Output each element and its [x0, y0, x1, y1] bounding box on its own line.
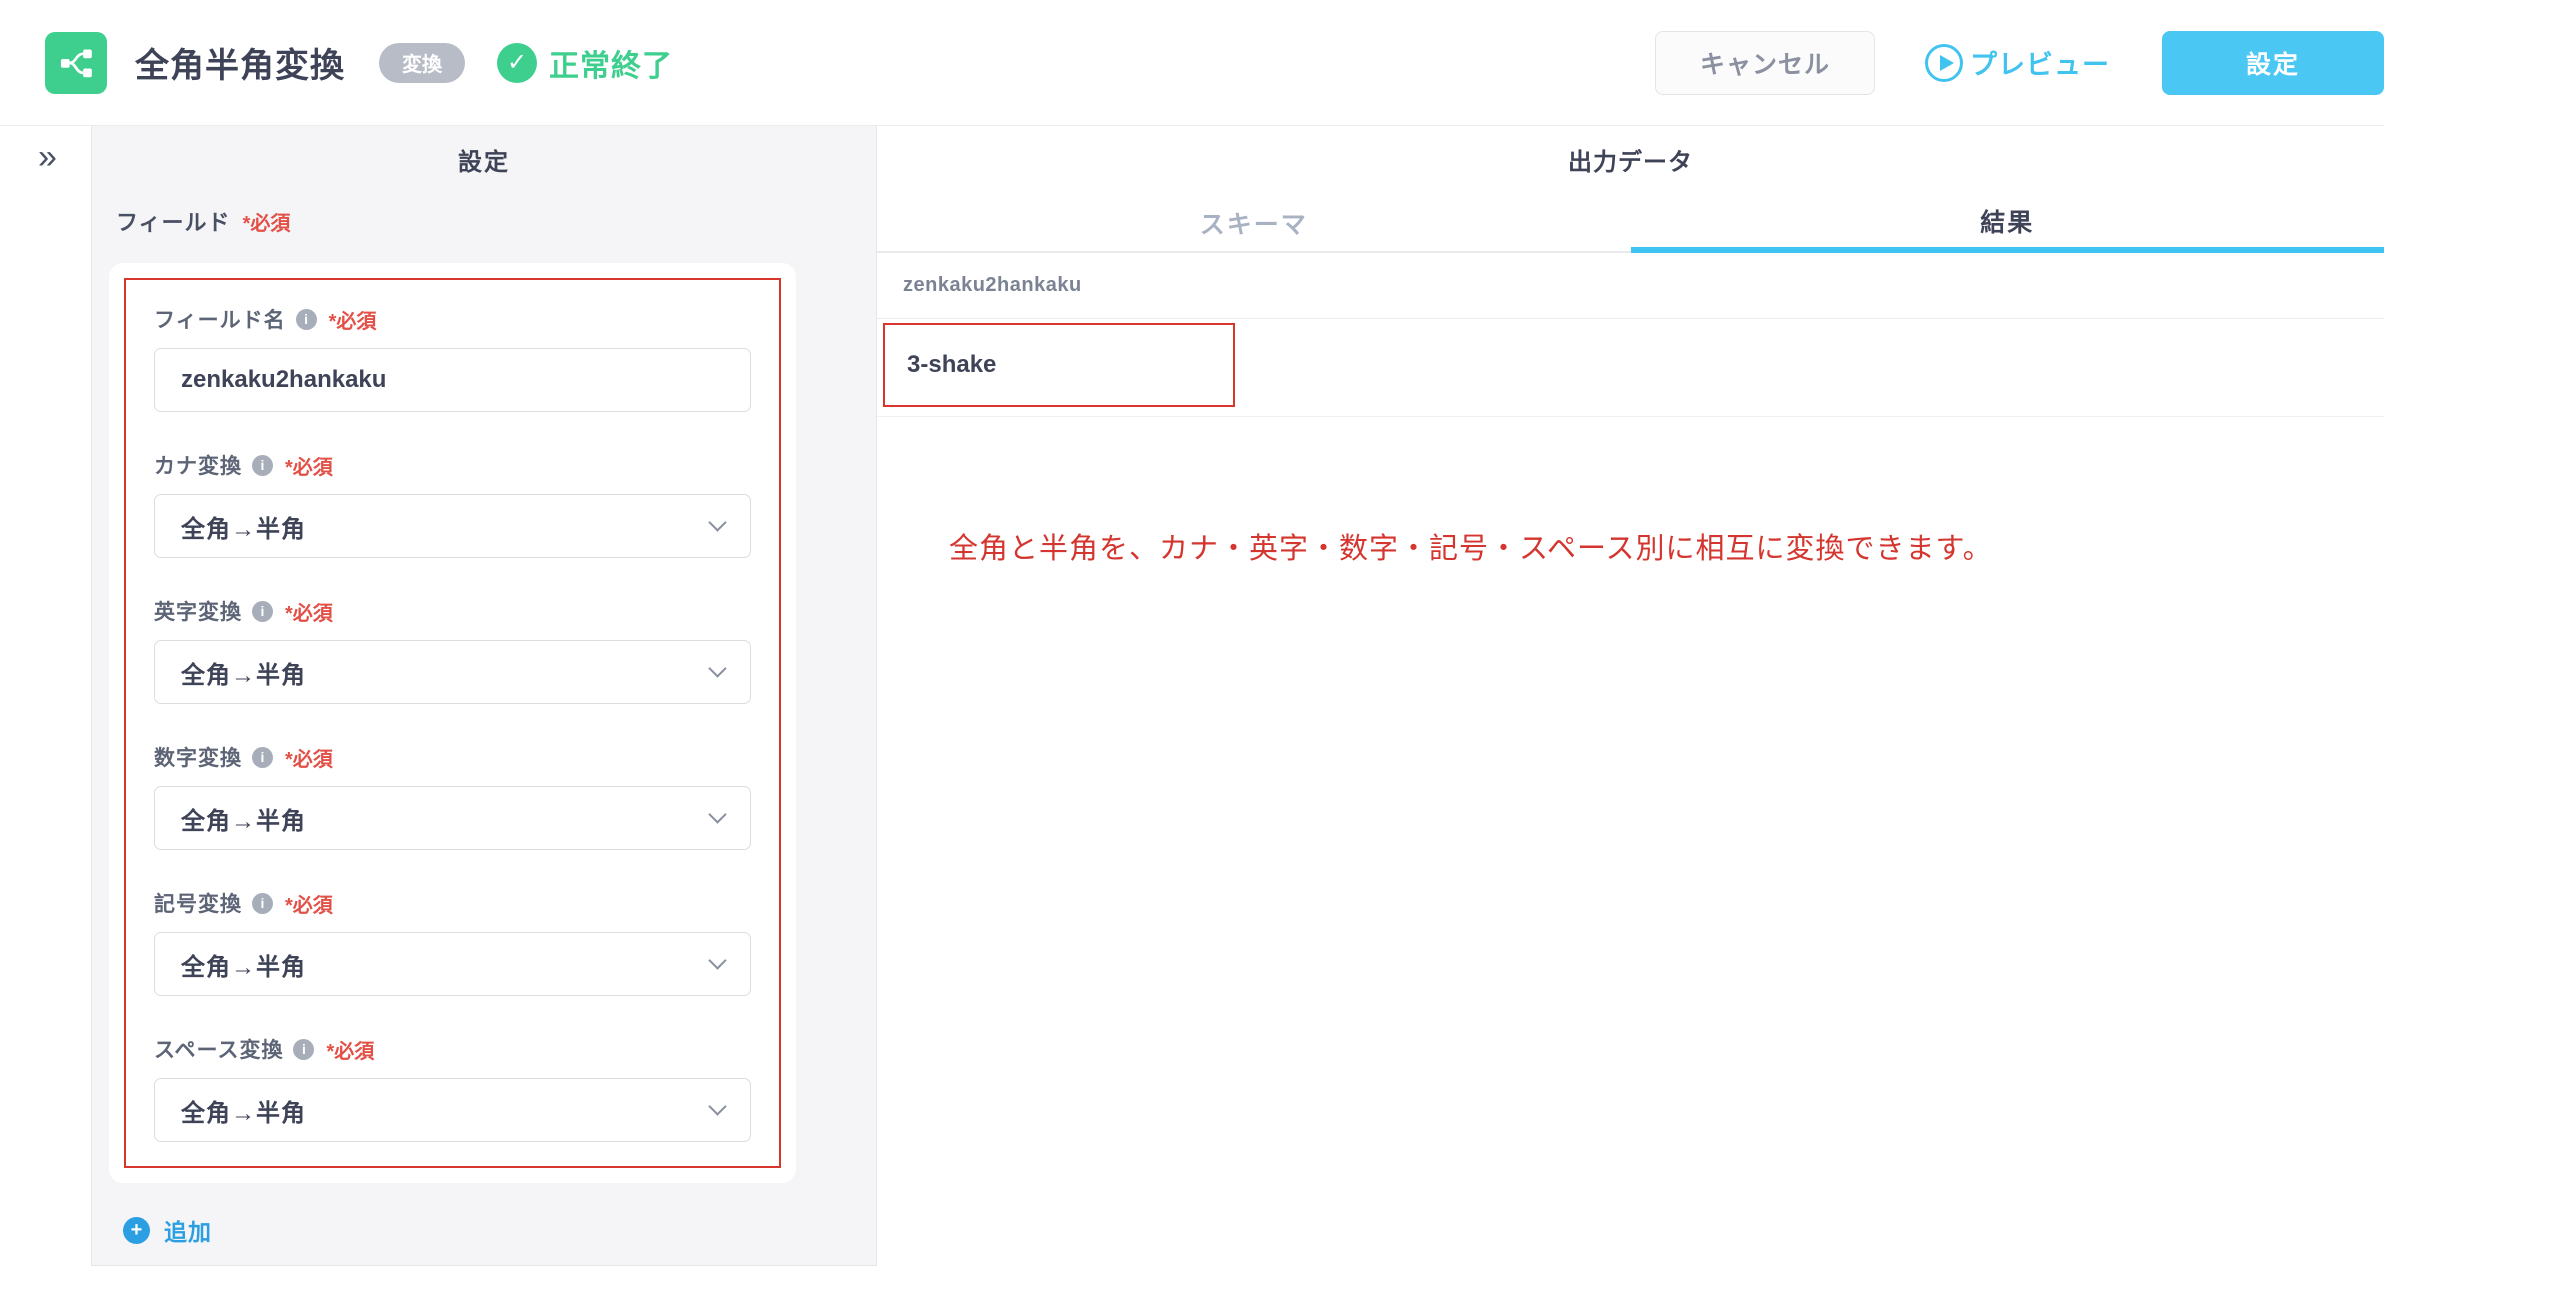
column-header: zenkaku2hankaku: [903, 274, 1082, 297]
required-badge: *必須: [285, 451, 333, 480]
field-card: フィールド名 i *必須 カナ変換 i *必須 全角→半角: [109, 263, 796, 1183]
collapse-panel-icon[interactable]: »: [38, 140, 91, 174]
chevron-down-icon: [708, 951, 726, 969]
field-group-symbol: 記号変換 i *必須 全角→半角: [154, 890, 751, 996]
chevron-down-icon: [708, 513, 726, 531]
info-icon[interactable]: i: [293, 1039, 314, 1060]
required-badge: *必須: [326, 1035, 374, 1064]
field-name-label: フィールド名: [154, 304, 286, 334]
result-table-header-row: zenkaku2hankaku: [877, 253, 2384, 319]
settings-button[interactable]: 設定: [2162, 31, 2384, 95]
select-value: 全角→半角: [181, 947, 306, 982]
alpha-conversion-label: 英字変換: [154, 596, 242, 626]
required-badge: *必須: [285, 597, 333, 626]
status-text: 正常終了: [549, 41, 673, 85]
required-badge: *必須: [285, 743, 333, 772]
collapse-strip: »: [0, 126, 91, 1266]
alpha-conversion-select[interactable]: 全角→半角: [154, 640, 751, 704]
field-section-label: フィールド: [116, 205, 231, 237]
select-value: 全角→半角: [181, 509, 306, 544]
settings-panel: 設定 フィールド *必須 フィールド名 i *必須 カナ変換: [91, 126, 877, 1266]
space-conversion-label: スペース変換: [154, 1034, 283, 1064]
symbol-conversion-label: 記号変換: [154, 888, 242, 918]
add-field-label: 追加: [164, 1213, 212, 1247]
cancel-button[interactable]: キャンセル: [1655, 31, 1875, 95]
info-icon[interactable]: i: [296, 309, 317, 330]
info-icon[interactable]: i: [252, 893, 273, 914]
status-badge: ✓ 正常終了: [497, 41, 673, 85]
settings-panel-title: 設定: [92, 126, 876, 177]
info-icon[interactable]: i: [252, 601, 273, 622]
preview-button[interactable]: プレビュー: [1925, 43, 2110, 82]
kana-conversion-label: カナ変換: [154, 450, 242, 480]
type-badge: 変換: [379, 43, 465, 83]
plus-icon: +: [123, 1217, 150, 1244]
chevron-down-icon: [708, 1097, 726, 1115]
digit-conversion-select[interactable]: 全角→半角: [154, 786, 751, 850]
field-group-kana: カナ変換 i *必須 全角→半角: [154, 452, 751, 558]
add-field-button[interactable]: + 追加: [123, 1213, 876, 1247]
select-value: 全角→半角: [181, 801, 306, 836]
field-group-space: スペース変換 i *必須 全角→半角: [154, 1036, 751, 1142]
transform-node-icon: [45, 32, 107, 94]
select-value: 全角→半角: [181, 655, 306, 690]
info-icon[interactable]: i: [252, 455, 273, 476]
required-badge: *必須: [285, 889, 333, 918]
field-group-digit: 数字変換 i *必須 全角→半角: [154, 744, 751, 850]
description-annotation: 全角と半角を、カナ・英字・数字・記号・スペース別に相互に変換できます。: [949, 525, 2384, 567]
field-name-input[interactable]: [154, 348, 751, 412]
kana-conversion-select[interactable]: 全角→半角: [154, 494, 751, 558]
tab-schema[interactable]: スキーマ: [877, 195, 1631, 253]
page-title: 全角半角変換: [135, 38, 345, 87]
chevron-down-icon: [708, 659, 726, 677]
check-icon: ✓: [497, 43, 537, 83]
header-actions: キャンセル プレビュー 設定: [1655, 31, 2384, 95]
info-icon[interactable]: i: [252, 747, 273, 768]
highlight-red-box: フィールド名 i *必須 カナ変換 i *必須 全角→半角: [124, 278, 781, 1168]
tab-result[interactable]: 結果: [1631, 195, 2385, 253]
app-page: 全角半角変換 変換 ✓ 正常終了 キャンセル プレビュー 設定 » 設定 フィー…: [0, 0, 2560, 1299]
symbol-conversion-select[interactable]: 全角→半角: [154, 932, 751, 996]
required-badge: *必須: [243, 207, 291, 236]
select-value: 全角→半角: [181, 1093, 306, 1128]
field-group-alpha: 英字変換 i *必須 全角→半角: [154, 598, 751, 704]
result-cell-value: 3-shake: [907, 351, 996, 379]
preview-label: プレビュー: [1970, 43, 2110, 82]
space-conversion-select[interactable]: 全角→半角: [154, 1078, 751, 1142]
result-table-row: 3-shake: [877, 323, 2384, 417]
field-section-header: フィールド *必須: [116, 205, 876, 237]
output-panel-title: 出力データ: [877, 126, 2384, 177]
output-tabbar: スキーマ 結果: [877, 195, 2384, 253]
highlight-red-box: 3-shake: [883, 323, 1235, 407]
header-bar: 全角半角変換 変換 ✓ 正常終了 キャンセル プレビュー 設定: [0, 0, 2384, 126]
output-panel: 出力データ スキーマ 結果 zenkaku2hankaku 3-shake 全角…: [877, 126, 2384, 1299]
digit-conversion-label: 数字変換: [154, 742, 242, 772]
play-icon: [1925, 44, 1963, 82]
field-group-name: フィールド名 i *必須: [154, 306, 751, 412]
required-badge: *必須: [329, 305, 377, 334]
chevron-down-icon: [708, 805, 726, 823]
